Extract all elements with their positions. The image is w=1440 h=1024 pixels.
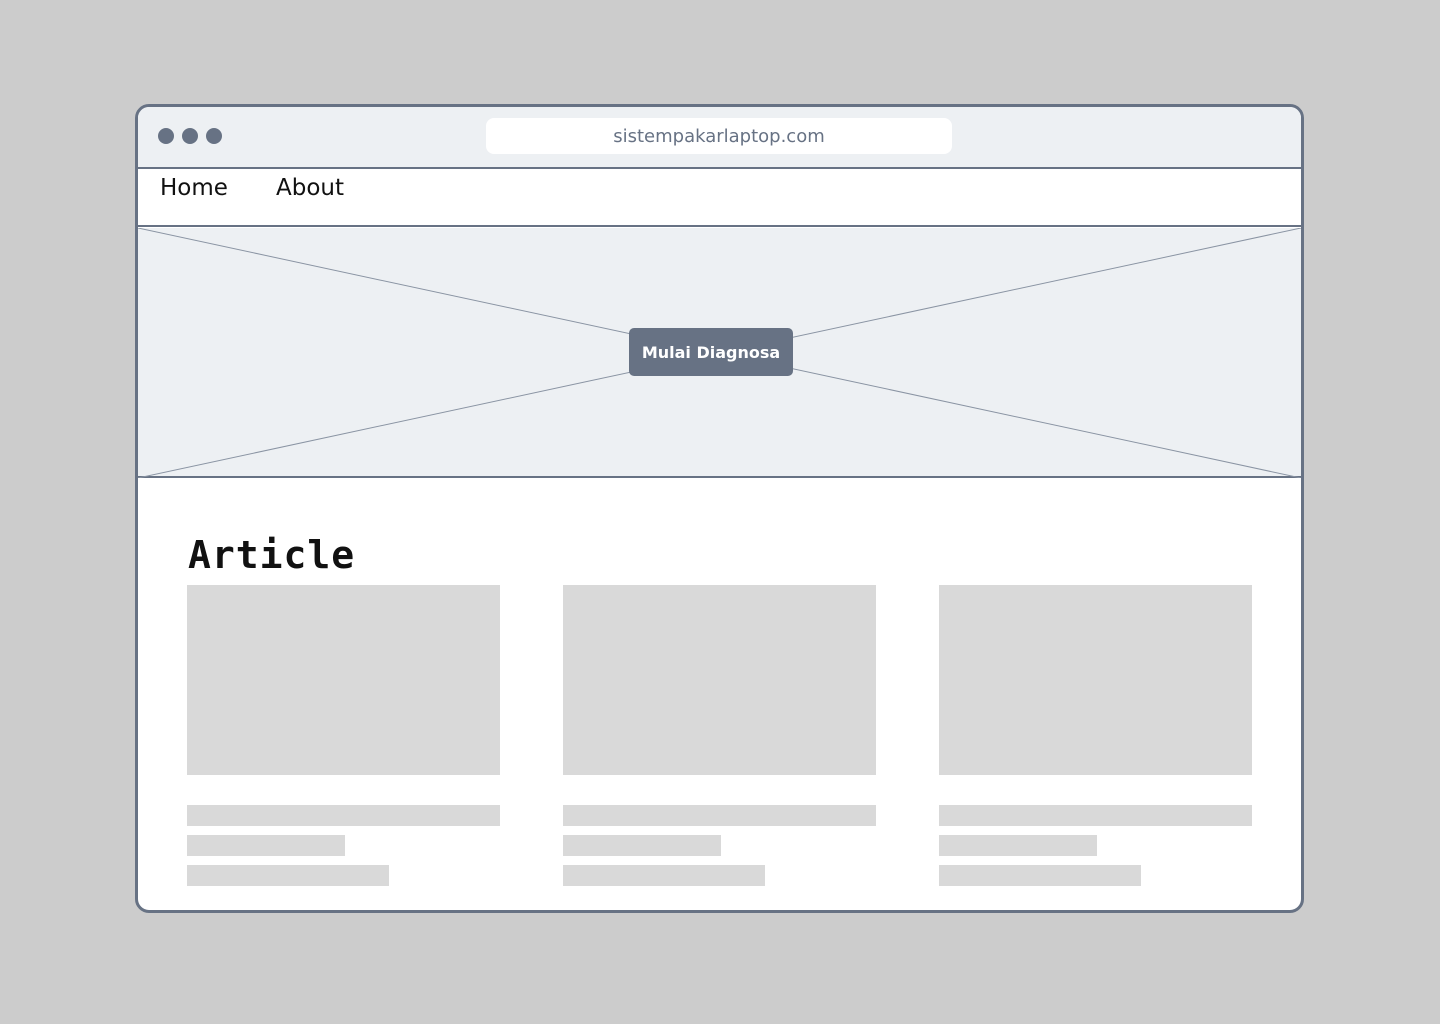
article-title-placeholder: [563, 805, 876, 826]
start-diagnosis-button[interactable]: Mulai Diagnosa: [629, 328, 793, 376]
article-text-placeholder: [187, 835, 345, 856]
site-navbar: Home About: [138, 169, 1301, 227]
article-text-placeholder: [563, 835, 721, 856]
article-card[interactable]: [563, 585, 876, 886]
browser-window: sistempakarlaptop.com Home About Mulai D…: [135, 104, 1304, 913]
article-text-placeholder: [563, 865, 765, 886]
browser-titlebar: sistempakarlaptop.com: [138, 107, 1301, 169]
address-bar[interactable]: sistempakarlaptop.com: [486, 118, 952, 154]
window-close-dot[interactable]: [158, 128, 174, 144]
article-text-placeholder: [939, 865, 1141, 886]
hero-image-placeholder: Mulai Diagnosa: [138, 228, 1301, 478]
article-text-placeholder: [939, 835, 1097, 856]
article-text-placeholder: [187, 865, 389, 886]
address-bar-url: sistempakarlaptop.com: [613, 125, 825, 147]
article-thumbnail: [939, 585, 1252, 775]
nav-home-link[interactable]: Home: [160, 175, 228, 201]
article-card[interactable]: [939, 585, 1252, 886]
article-title-placeholder: [939, 805, 1252, 826]
article-thumbnail: [563, 585, 876, 775]
article-card[interactable]: [187, 585, 500, 886]
article-section-title: Article: [188, 533, 356, 577]
article-thumbnail: [187, 585, 500, 775]
article-title-placeholder: [187, 805, 500, 826]
nav-about-link[interactable]: About: [276, 175, 344, 201]
window-maximize-dot[interactable]: [206, 128, 222, 144]
window-minimize-dot[interactable]: [182, 128, 198, 144]
